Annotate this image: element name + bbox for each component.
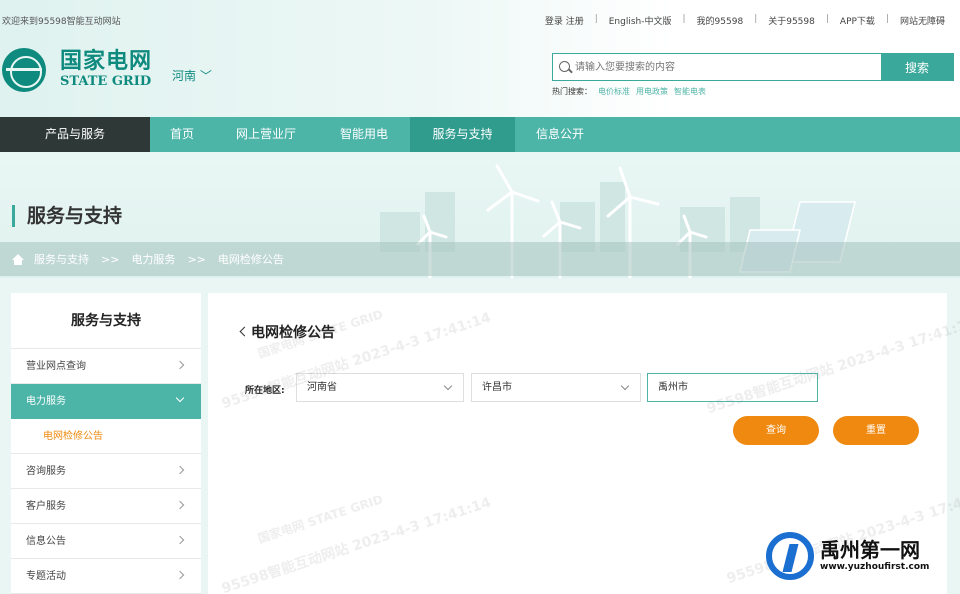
hot-keyword[interactable]: 电价标准 [598, 87, 630, 96]
sidebar-item-label: 咨询服务 [26, 466, 66, 477]
logo-english: STATE GRID [60, 74, 152, 89]
my-95598-link[interactable]: 我的95598 [688, 14, 753, 27]
sidebar-item-consulting[interactable]: 咨询服务 [11, 454, 201, 489]
breadcrumb-item[interactable]: 服务与支持 [34, 251, 89, 267]
about-95598-link[interactable]: 关于95598 [759, 14, 824, 27]
accessibility-link[interactable]: 网站无障碍 [891, 14, 954, 27]
nav-service-support[interactable]: 服务与支持 [410, 117, 515, 152]
main-nav: 产品与服务 首页 网上营业厅 智能用电 服务与支持 信息公开 [0, 117, 960, 152]
sidebar-item-label: 营业网点查询 [26, 361, 86, 372]
sidebar-item-label: 客户服务 [26, 501, 66, 512]
breadcrumb-separator: >> [101, 252, 120, 266]
page-banner: 服务与支持 服务与支持 >> 电力服务 >> 电网检修公告 [0, 152, 960, 278]
top-header: 欢迎来到95598智能互动网站 登录 注册 | English-中文版 | 我的95… [0, 0, 960, 118]
chevron-right-icon [175, 465, 185, 475]
chevron-down-icon [620, 381, 630, 391]
divider: | [754, 14, 758, 24]
hot-search-label: 热门搜索： [552, 87, 592, 96]
reset-button[interactable]: 重置 [833, 416, 919, 445]
nav-products-services[interactable]: 产品与服务 [0, 117, 150, 152]
welcome-text: 欢迎来到95598智能互动网站 [2, 17, 121, 27]
state-grid-logo[interactable]: 国家电网 STATE GRID [2, 48, 152, 92]
area-label: 所在地区: [245, 386, 285, 396]
nav-home[interactable]: 首页 [150, 117, 214, 152]
divider: | [825, 14, 829, 24]
nav-info-disclosure[interactable]: 信息公开 [515, 117, 605, 152]
sidebar-item-label: 电力服务 [26, 396, 66, 407]
chevron-down-icon: ﹀ [199, 69, 212, 83]
province-value: 河南省 [307, 382, 337, 393]
state-grid-emblem-icon [2, 48, 46, 92]
nav-online-hall[interactable]: 网上营业厅 [214, 117, 318, 152]
sidebar-item-outlet-search[interactable]: 营业网点查询 [11, 349, 201, 384]
search-input[interactable] [553, 54, 881, 80]
corner-logo-name: 禹州第一网 [820, 538, 920, 562]
chevron-down-icon [175, 393, 185, 403]
content-title: 电网检修公告 [251, 325, 335, 341]
divider: | [594, 14, 598, 24]
chevron-right-icon [175, 570, 185, 580]
sidebar-subitem-maintenance-notice[interactable]: 电网检修公告 [11, 419, 201, 454]
sidebar-item-power-service[interactable]: 电力服务 [11, 384, 201, 419]
query-button[interactable]: 查询 [733, 416, 819, 445]
home-icon[interactable] [12, 253, 24, 265]
divider: | [885, 14, 889, 24]
sidebar-title: 服务与支持 [11, 293, 201, 349]
chevron-right-icon [175, 500, 185, 510]
corner-site-logo: 禹州第一网 www.yuzhoufirst.com [766, 532, 929, 580]
search-button[interactable]: 搜索 [881, 54, 953, 80]
sidebar-item-label: 专题活动 [26, 571, 66, 582]
city-select[interactable]: 许昌市 [471, 373, 641, 402]
county-select[interactable]: 禹州市 [647, 373, 818, 402]
logo-chinese: 国家电网 [60, 49, 153, 74]
breadcrumb: 服务与支持 >> 电力服务 >> 电网检修公告 [0, 242, 960, 276]
breadcrumb-item[interactable]: 电力服务 [131, 251, 175, 267]
breadcrumb-separator: >> [187, 252, 206, 266]
top-links: 登录 注册 | English-中文版 | 我的95598 | 关于95598 | AP… [536, 14, 954, 27]
hot-searches: 热门搜索： 电价标准 用电政策 智能电表 [552, 86, 706, 97]
sidebar-item-info-notice[interactable]: 信息公告 [11, 524, 201, 559]
breadcrumb-item: 电网检修公告 [217, 253, 284, 266]
chevron-right-icon [175, 535, 185, 545]
search-bar: 搜索 [552, 53, 954, 81]
chevron-right-icon [175, 360, 185, 370]
region-selector[interactable]: 河南 ﹀ [172, 67, 212, 84]
logo-text: 国家电网 STATE GRID [60, 50, 152, 90]
sidebar-item-label: 信息公告 [26, 536, 66, 547]
sidebar-item-customer-service[interactable]: 客户服务 [11, 489, 201, 524]
corner-logo-text: 禹州第一网 www.yuzhoufirst.com [820, 539, 929, 573]
page-title: 服务与支持 [12, 205, 122, 227]
county-value: 禹州市 [658, 382, 688, 393]
hot-keyword[interactable]: 智能电表 [674, 87, 706, 96]
login-register-link[interactable]: 登录 注册 [536, 14, 593, 27]
region-label: 河南 [172, 69, 197, 83]
search-icon [559, 61, 570, 72]
divider: | [682, 14, 686, 24]
chevron-down-icon [443, 381, 453, 391]
sidebar: 服务与支持 营业网点查询 电力服务 电网检修公告 咨询服务 客户服务 信息公告 … [11, 293, 201, 594]
nav-smart-power[interactable]: 智能用电 [318, 117, 410, 152]
city-value: 许昌市 [482, 382, 512, 393]
sidebar-item-campaigns[interactable]: 专题活动 [11, 559, 201, 594]
language-link[interactable]: English-中文版 [600, 14, 681, 27]
province-select[interactable]: 河南省 [296, 373, 464, 402]
hot-keyword[interactable]: 用电政策 [636, 87, 668, 96]
back-icon[interactable] [239, 326, 250, 337]
app-download-link[interactable]: APP下载 [831, 14, 884, 27]
corner-logo-url: www.yuzhoufirst.com [820, 562, 930, 572]
yuzhou-logo-icon [766, 532, 814, 580]
